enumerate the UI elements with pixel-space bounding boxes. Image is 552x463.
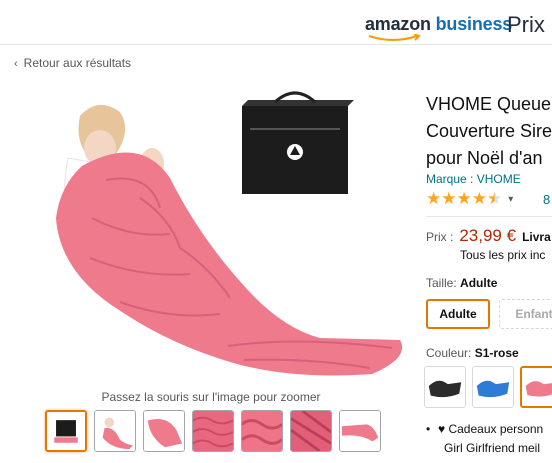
size-selected-value: Adulte <box>460 276 498 290</box>
star-full-icon: ★ <box>441 189 457 208</box>
size-option-adulte[interactable]: Adulte <box>426 299 490 329</box>
brand-link[interactable]: Marque : VHOME <box>426 172 521 186</box>
logo-amazon-text: amazon <box>365 14 431 34</box>
thumbnail-5[interactable] <box>241 410 283 452</box>
thumbnail-4[interactable] <box>192 410 234 452</box>
product-title: VHOME Queue Couverture Sire pour Noël d'… <box>426 91 552 172</box>
thumbnail-3[interactable] <box>143 410 185 452</box>
star-full-icon: ★ <box>471 189 487 208</box>
delivery-text: Livra <box>522 230 551 244</box>
prix-heading: Prix l <box>507 12 552 37</box>
size-selection-label: Taille: Adulte <box>426 276 497 290</box>
bullet-dot-icon: • <box>426 422 431 436</box>
product-title-line-3: pour Noël d'an <box>426 148 543 168</box>
thumbnail-2[interactable] <box>94 410 136 452</box>
color-swatch-black[interactable] <box>424 366 466 408</box>
bullet-item-1: • ♥ Cadeaux personn <box>426 420 543 439</box>
star-rating[interactable]: ★★★★★ ▾ <box>426 190 513 208</box>
color-swatch-pink[interactable] <box>520 366 552 408</box>
review-count-link[interactable]: 8 <box>543 192 550 207</box>
feature-bullets: • ♥ Cadeaux personn Girl Girlfriend meil <box>426 420 543 458</box>
price-value: 23,99 € <box>459 226 517 245</box>
zoom-hint: Passez la souris sur l'image pour zoomer <box>101 390 321 404</box>
product-title-line-2: Couverture Sire <box>426 121 552 141</box>
star-half-icon: ★ <box>487 189 503 208</box>
color-label: Couleur: <box>426 346 472 360</box>
color-selected-value: S1-rose <box>474 346 519 360</box>
amazon-business-logo[interactable]: amazon business <box>365 14 512 35</box>
chevron-left-icon: ‹ <box>14 58 18 70</box>
divider <box>426 216 552 217</box>
back-to-results-link[interactable]: ‹ Retour aux résultats <box>14 56 131 70</box>
color-selection-label: Couleur: S1-rose <box>426 346 519 360</box>
price-label: Prix : <box>426 230 454 244</box>
amazon-smile-icon <box>368 34 421 41</box>
gift-box-image <box>242 91 354 194</box>
thumbnail-1[interactable] <box>45 410 87 452</box>
thumbnail-7[interactable] <box>339 410 381 452</box>
star-full-icon: ★ <box>456 189 472 208</box>
main-product-image[interactable] <box>20 88 420 380</box>
star-full-icon: ★ <box>426 189 442 208</box>
bullet-item-1-continued: Girl Girlfriend meil <box>444 441 541 455</box>
back-link-label: Retour aux résultats <box>23 56 132 70</box>
top-bar: amazon business Prix l <box>0 0 552 45</box>
color-swatch-blue[interactable] <box>472 366 514 408</box>
size-label: Taille: <box>426 276 457 290</box>
logo-business-text: business <box>435 14 513 34</box>
tax-note: Tous les prix inc <box>460 248 546 262</box>
price-row: Prix : 23,99 € Livra <box>426 226 551 246</box>
product-title-line-1: VHOME Queue <box>426 94 552 114</box>
size-option-enfant[interactable]: Enfant <box>499 299 552 329</box>
thumbnail-6[interactable] <box>290 410 332 452</box>
chevron-down-icon[interactable]: ▾ <box>508 194 513 205</box>
bullet-text-1: ♥ Cadeaux personn <box>438 422 544 436</box>
